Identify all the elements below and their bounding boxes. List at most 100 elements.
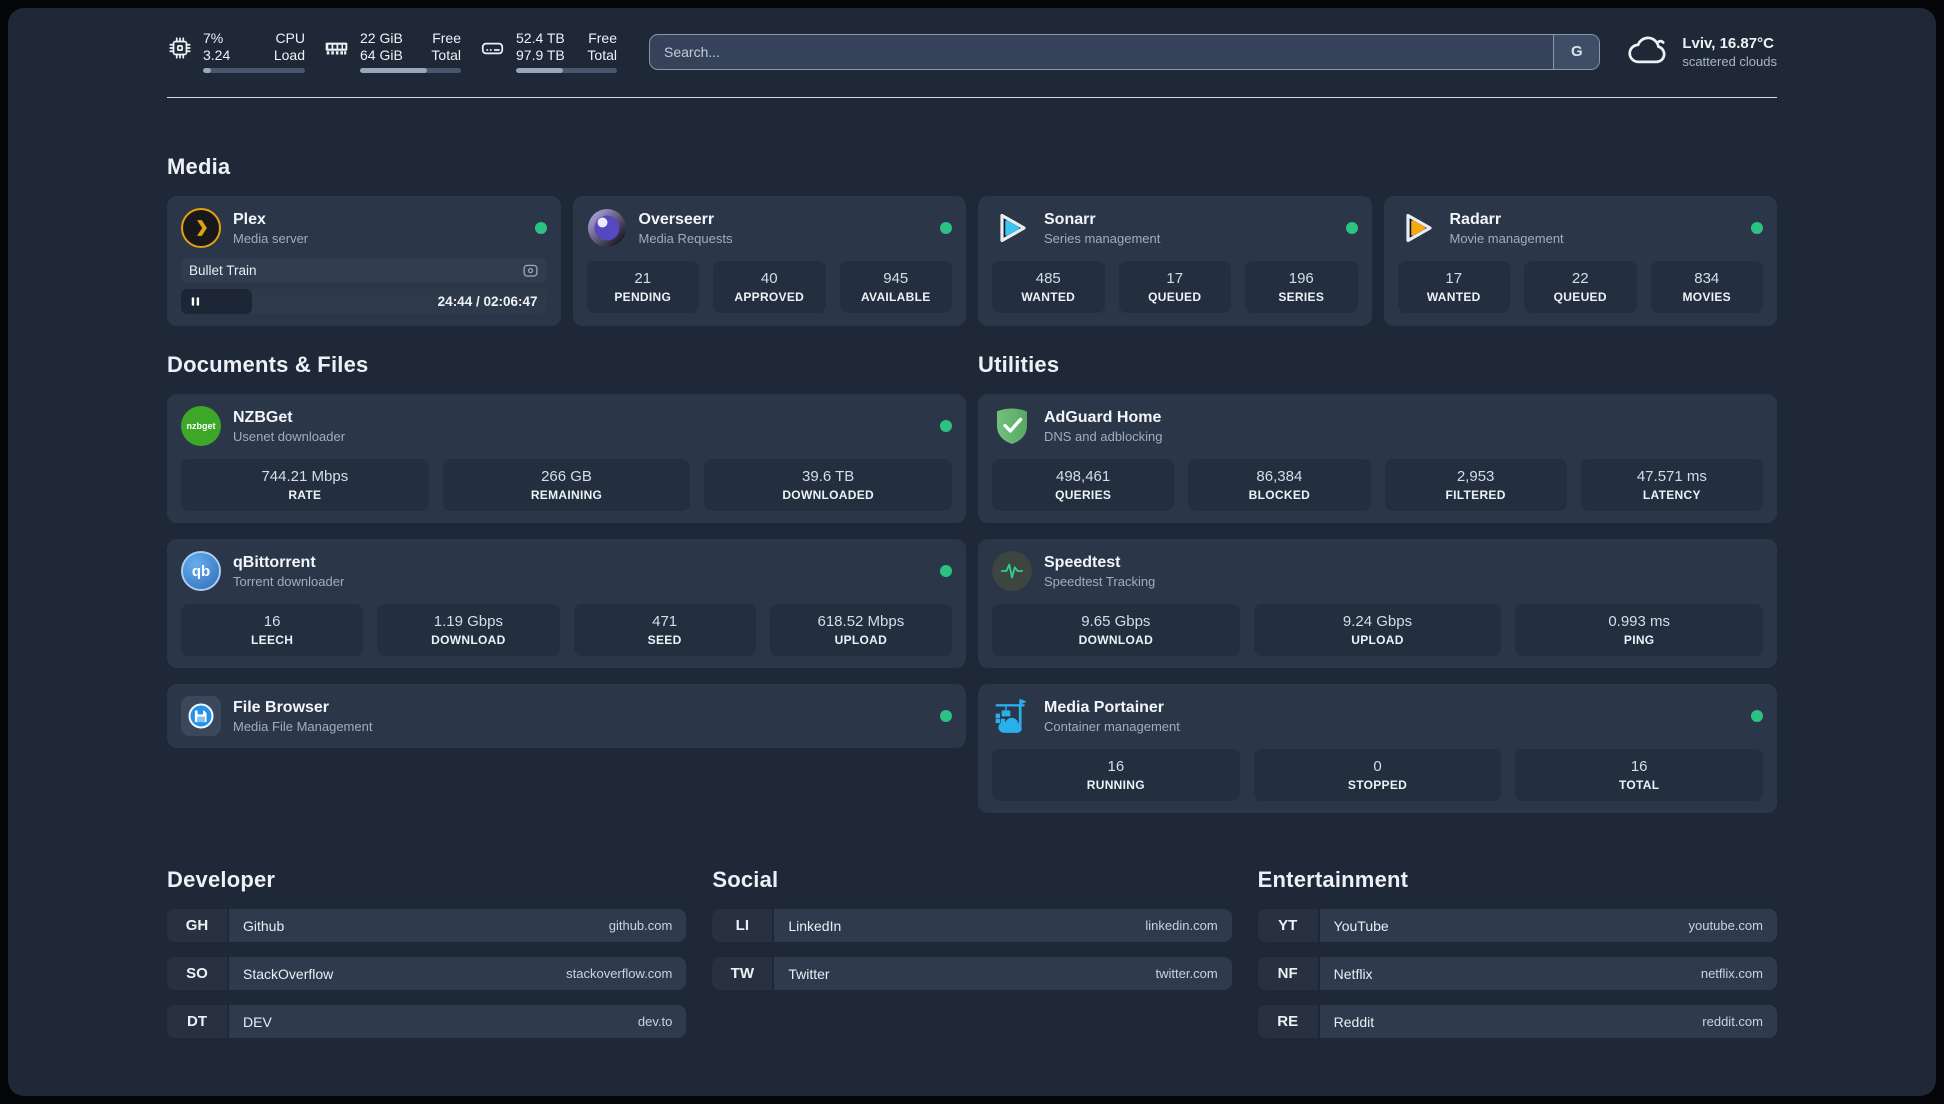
- app-name: Plex: [233, 210, 266, 228]
- cast-screen-icon[interactable]: [522, 262, 539, 279]
- stat-latency: 47.571 ms LATENCY: [1580, 459, 1763, 511]
- stat-remaining: 266 GB REMAINING: [442, 459, 691, 511]
- filebrowser-card[interactable]: File Browser Media File Management: [167, 684, 966, 748]
- app-desc: Speedtest Tracking: [1044, 573, 1156, 589]
- sonarr-icon: [992, 208, 1032, 248]
- stat-upload: 618.52 Mbps UPLOAD: [769, 604, 952, 656]
- link-item-netflix[interactable]: NF Netflix netflix.com: [1257, 957, 1777, 990]
- ram-progress-fill: [360, 68, 427, 73]
- link-name: YouTube: [1333, 917, 1389, 934]
- cpu-load-label: Load: [273, 47, 305, 63]
- playback-progressbar[interactable]: 24:44 / 02:06:47: [181, 289, 547, 314]
- link-url: github.com: [608, 918, 673, 933]
- stat-queries: 498,461 QUERIES: [992, 459, 1175, 511]
- disk-widget: 52.4 TB Free 97.9 TB Total: [479, 30, 617, 73]
- stat-rate: 744.21 Mbps RATE: [181, 459, 429, 511]
- stat-running: 16 RUNNING: [992, 749, 1240, 801]
- cloud-icon: [1626, 31, 1670, 72]
- status-badge: [534, 222, 547, 234]
- link-abbr: SO: [167, 957, 227, 990]
- ram-total-value: 64 GiB: [360, 47, 403, 63]
- stat-ping: 0.993 ms PING: [1515, 604, 1764, 656]
- sonarr-card[interactable]: Sonarr Series management 485 WANTED 17 QUE…: [978, 196, 1372, 326]
- link-abbr: TW: [712, 957, 773, 990]
- link-url: dev.to: [637, 1014, 673, 1029]
- section-title-media: Media: [167, 154, 231, 179]
- link-url: stackoverflow.com: [566, 966, 673, 981]
- link-url: netflix.com: [1700, 966, 1763, 981]
- link-item-youtube[interactable]: YT YouTube youtube.com: [1257, 909, 1777, 942]
- search-input[interactable]: [650, 34, 1554, 69]
- disk-free-label: Free: [588, 30, 617, 46]
- now-playing-row: Bullet Train: [181, 258, 547, 283]
- stat-approved: 40 APPROVED: [713, 261, 826, 313]
- qbittorrent-card[interactable]: qb qBittorrent Torrent downloader 16 LEEC…: [167, 539, 966, 668]
- disk-icon: [479, 35, 506, 66]
- status-badge: [940, 565, 952, 577]
- search-engine-button[interactable]: G: [1553, 34, 1600, 69]
- stat-series: 196 SERIES: [1245, 261, 1358, 313]
- status-badge: [1345, 222, 1358, 234]
- link-name: Twitter: [788, 965, 830, 982]
- app-desc: DNS and adblocking: [1044, 428, 1163, 444]
- overseerr-icon: [587, 208, 627, 248]
- stat-queued: 22 QUEUED: [1524, 261, 1637, 313]
- link-item-stackoverflow[interactable]: SO StackOverflow stackoverflow.com: [167, 957, 687, 990]
- stat-blocked: 86,384 BLOCKED: [1188, 459, 1371, 511]
- speedtest-card[interactable]: Speedtest Speedtest Tracking 9.65 Gbps DO…: [978, 539, 1777, 668]
- adguard-icon: [992, 406, 1032, 446]
- weather-location-temp: Lviv, 16.87°C: [1682, 34, 1774, 52]
- link-item-twitter[interactable]: TW Twitter twitter.com: [712, 957, 1232, 990]
- topbar-divider: [167, 97, 1777, 98]
- link-abbr: RE: [1257, 1005, 1318, 1038]
- link-name: Netflix: [1333, 965, 1373, 982]
- link-name: Github: [243, 917, 285, 934]
- link-item-linkedin[interactable]: LI LinkedIn linkedin.com: [712, 909, 1232, 942]
- link-item-github[interactable]: GH Github github.com: [167, 909, 687, 942]
- app-name: qBittorrent: [233, 553, 316, 571]
- radarr-card[interactable]: Radarr Movie management 17 WANTED 22 QUEUE…: [1383, 196, 1777, 326]
- nzbget-card[interactable]: nzbget NZBGet Usenet downloader 744.21 M…: [167, 394, 966, 523]
- stat-downloaded: 39.6 TB DOWNLOADED: [704, 459, 953, 511]
- link-abbr: YT: [1257, 909, 1318, 942]
- app-desc: Movie management: [1449, 230, 1564, 246]
- section-title-social: Social: [712, 867, 779, 892]
- stat-stopped: 0 STOPPED: [1253, 749, 1502, 801]
- topbar: 7% CPU 3.24 Load 22 GiB Free 64 GiB Total: [167, 30, 1777, 73]
- cpu-progress-fill: [203, 68, 212, 73]
- status-badge: [1751, 222, 1763, 234]
- cpu-load-value: 3.24: [203, 47, 231, 63]
- cpu-usage-value: 7%: [203, 30, 224, 46]
- weather-widget: Lviv, 16.87°C scattered clouds: [1626, 31, 1777, 72]
- ram-free-label: Free: [432, 30, 461, 46]
- section-title-utilities: Utilities: [978, 352, 1060, 377]
- portainer-card[interactable]: Media Portainer Container management 16 R…: [978, 684, 1777, 813]
- link-url: reddit.com: [1702, 1014, 1763, 1029]
- ram-free-value: 22 GiB: [360, 30, 403, 46]
- portainer-icon: [992, 696, 1032, 736]
- link-item-dev[interactable]: DT DEV dev.to: [167, 1005, 687, 1038]
- ram-icon: [323, 35, 350, 66]
- now-playing-title: Bullet Train: [189, 263, 257, 278]
- app-desc: Media server: [233, 230, 309, 246]
- radarr-icon: [1398, 208, 1438, 248]
- app-desc: Container management: [1044, 718, 1180, 734]
- app-name: File Browser: [233, 698, 330, 716]
- stat-movies: 834 MOVIES: [1650, 261, 1763, 313]
- overseerr-card[interactable]: Overseerr Media Requests 21 PENDING 40 APP…: [572, 196, 966, 326]
- link-name: StackOverflow: [243, 965, 334, 982]
- link-name: DEV: [243, 1013, 272, 1030]
- link-name: LinkedIn: [788, 917, 842, 934]
- plex-icon: [181, 208, 221, 248]
- status-badge: [1751, 710, 1763, 722]
- stat-upload: 9.24 Gbps UPLOAD: [1253, 604, 1502, 656]
- link-item-reddit[interactable]: RE Reddit reddit.com: [1257, 1005, 1777, 1038]
- pause-button[interactable]: [188, 294, 203, 309]
- app-name: Sonarr: [1044, 210, 1096, 228]
- plex-card[interactable]: Plex Media server Bullet Train 24:44 / 0…: [167, 196, 561, 326]
- developer-section: Developer GH Github github.com SO StackOv…: [167, 867, 687, 1038]
- stat-available: 945 AVAILABLE: [839, 261, 952, 313]
- entertainment-section: Entertainment YT YouTube youtube.com NF N…: [1257, 867, 1777, 1038]
- app-desc: Media File Management: [233, 718, 373, 734]
- adguard-card[interactable]: AdGuard Home DNS and adblocking 498,461 Q…: [978, 394, 1777, 523]
